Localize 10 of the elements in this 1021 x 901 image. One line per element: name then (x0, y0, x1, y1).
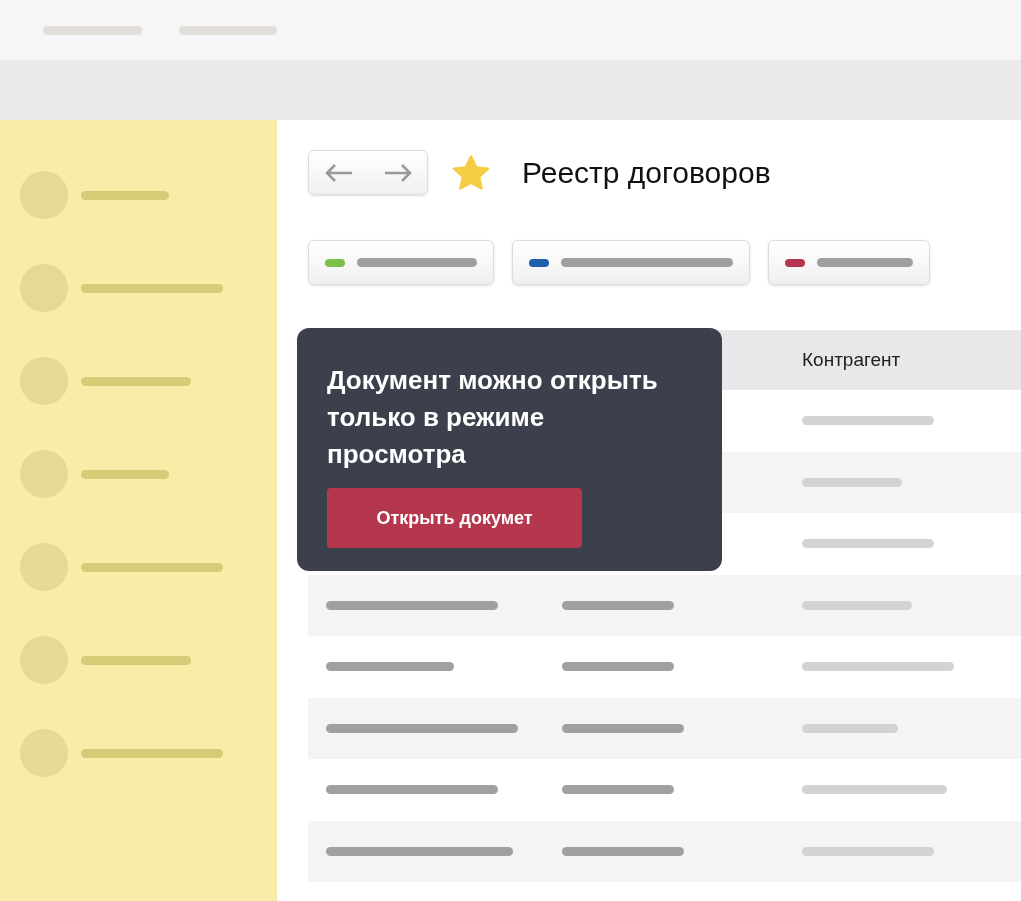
column-header: Контрагент (801, 347, 902, 372)
filter-button[interactable] (768, 240, 930, 285)
back-arrow-icon[interactable] (323, 162, 354, 183)
popover-message: Документ можно открыть только в режиме просмотра (327, 364, 659, 471)
open-document-button[interactable]: Открыть докумет (327, 488, 582, 548)
page-title: Реестр договоров (522, 155, 771, 191)
filter-button[interactable] (308, 240, 494, 285)
star-icon[interactable] (451, 153, 491, 192)
forward-arrow-icon[interactable] (382, 162, 413, 183)
filter-button[interactable] (512, 240, 750, 285)
